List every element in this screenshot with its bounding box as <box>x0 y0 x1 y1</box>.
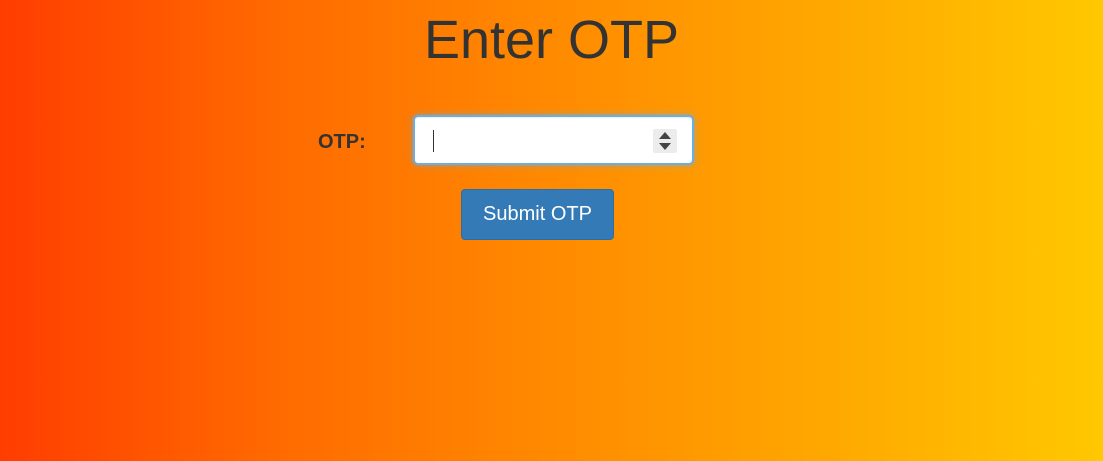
number-spinner-icon[interactable] <box>653 129 677 153</box>
text-caret <box>433 130 434 152</box>
otp-field[interactable] <box>413 115 694 165</box>
spin-down-arrow-icon[interactable] <box>659 143 671 150</box>
otp-label: OTP: <box>318 131 366 153</box>
page-title: Enter OTP <box>423 10 680 70</box>
otp-input[interactable] <box>429 125 649 155</box>
submit-otp-button[interactable]: Submit OTP <box>461 189 614 240</box>
spin-up-arrow-icon[interactable] <box>659 132 671 139</box>
